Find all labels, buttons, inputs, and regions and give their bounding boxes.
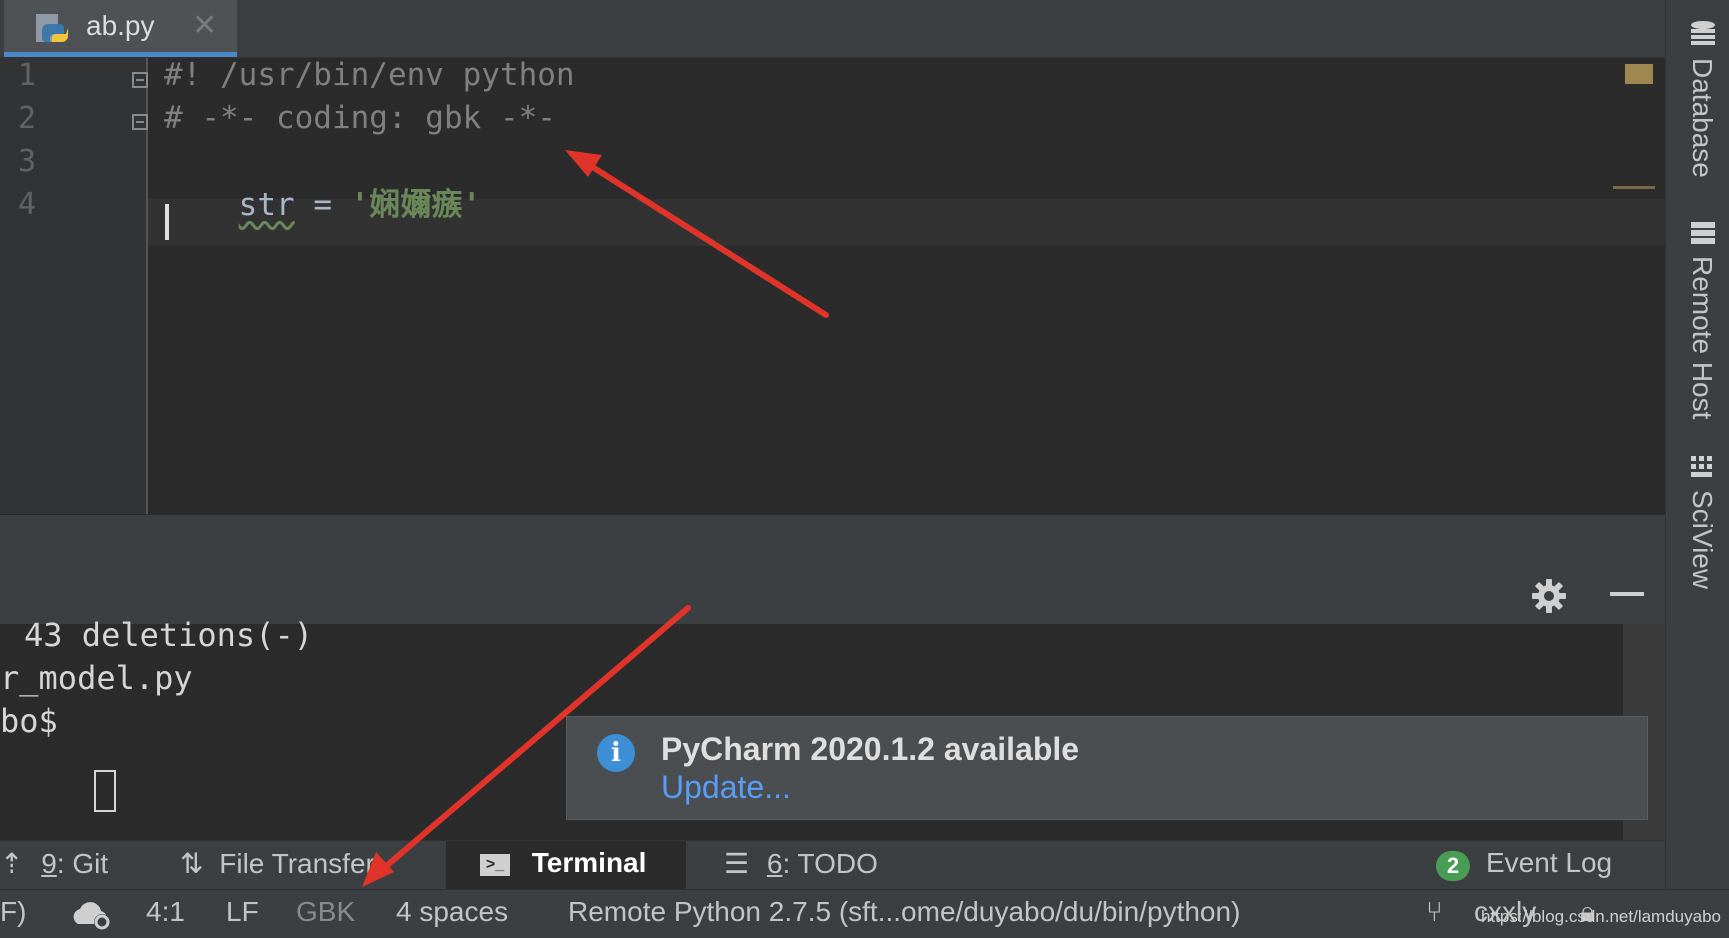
notification-title: PyCharm 2020.1.2 available [661,731,1080,767]
tab-terminal[interactable]: >_ Terminal [480,847,646,879]
string-literal: '娴嬭瘯' [350,187,481,223]
sidebar-item-remote-host[interactable]: Remote Host [1686,256,1718,419]
terminal-icon: >_ [480,853,510,876]
update-link[interactable]: Update... [661,769,791,806]
fold-marker-icon[interactable] [132,72,148,88]
list-icon: ☰ [724,848,750,879]
tab-file-transfer[interactable]: ⇅ File Transfer [180,847,375,880]
code-line-1[interactable]: #! /usr/bin/env python [164,57,575,93]
python-file-icon [36,14,68,42]
terminal-line: 43 deletions(-) [24,616,313,654]
gear-icon[interactable] [1531,578,1567,614]
line-separator[interactable]: LF [226,896,259,928]
caret-position[interactable]: 4:1 [146,896,185,928]
minimize-icon[interactable] [1610,592,1644,596]
close-icon[interactable]: ✕ [192,8,217,43]
right-tool-sidebar: Database Remote Host SciView [1665,0,1729,889]
cloud-sync-icon[interactable] [68,898,114,932]
terminal-line: r_model.py [0,659,193,697]
terminal-cursor [94,770,116,812]
text-cursor [165,204,169,240]
event-count-badge: 2 [1436,851,1470,881]
watermark: https://blog.csdn.net/lamduyabo [1480,907,1721,926]
assign-operator: = [294,187,351,223]
sciview-icon [1691,456,1712,477]
fold-marker-icon[interactable] [132,114,148,130]
file-encoding[interactable]: GBK [296,896,355,928]
status-bar: F) 4:1 LF GBK 4 spaces Remote Python 2.7… [0,889,1729,938]
tab-label: ab.py [86,10,155,41]
code-line-3[interactable]: str = '娴嬭瘯' [164,143,481,260]
code-editor[interactable]: 1 2 3 4 #! /usr/bin/env python # -*- cod… [0,57,1665,514]
tab-ab-py[interactable]: ab.py ✕ [4,0,237,57]
database-icon [1691,21,1715,45]
interpreter[interactable]: Remote Python 2.7.5 (sft...ome/duyabo/du… [568,896,1240,928]
branch-icon: ⑂ [1426,896,1443,927]
terminal-header [0,564,1665,624]
editor-tab-bar: ab.py ✕ [0,0,1665,58]
panel-splitter[interactable] [0,514,1665,565]
sidebar-item-database[interactable]: Database [1686,58,1718,178]
terminal-prompt: bo$ [0,702,78,740]
status-fragment: F) [0,896,27,927]
tab-git[interactable]: ⇡ 9: Git [0,847,108,880]
line-number: 1 [18,58,37,93]
tab-todo[interactable]: ☰ 6: TODO [724,847,878,880]
git-icon: ⇡ [0,848,24,879]
line-gutter: 1 2 3 4 [0,58,148,514]
transfer-icon: ⇅ [180,848,204,879]
code-line-2[interactable]: # -*- coding: gbk -*- [164,100,556,136]
info-icon: i [597,734,635,772]
line-number: 2 [18,101,37,136]
inspection-status-icon[interactable] [1625,64,1653,84]
identifier-str: str [238,187,295,223]
indent-setting[interactable]: 4 spaces [396,896,508,928]
scrollbar-marker[interactable] [1613,186,1655,189]
tab-event-log[interactable]: Event Log [1486,847,1612,879]
tool-window-bar: ⇡ 9: Git ⇅ File Transfer >_ Terminal ☰ 6… [0,840,1729,890]
remote-host-icon [1691,222,1715,244]
line-number: 3 [18,144,37,179]
line-number: 4 [18,187,37,222]
update-notification: i PyCharm 2020.1.2 available Update... [566,716,1648,820]
sidebar-item-sciview[interactable]: SciView [1686,490,1718,589]
